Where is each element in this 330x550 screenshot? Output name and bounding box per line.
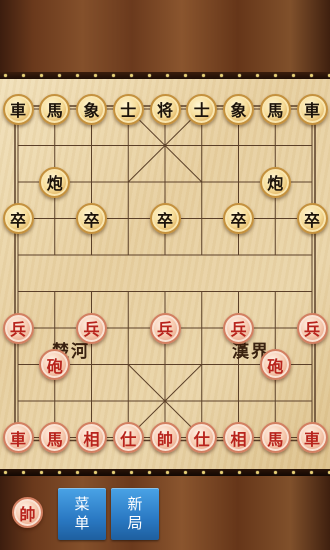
rivet xyxy=(58,471,61,474)
black-piece[interactable]: 馬 xyxy=(39,93,71,125)
black-piece[interactable]: 炮 xyxy=(39,166,71,198)
rivet xyxy=(292,74,295,77)
black-piece[interactable]: 卒 xyxy=(76,203,107,234)
black-piece[interactable]: 卒 xyxy=(223,203,254,234)
black-piece[interactable]: 馬 xyxy=(259,93,291,125)
new-game-button[interactable]: 新 局 xyxy=(111,488,159,540)
black-piece[interactable]: 車 xyxy=(296,93,328,125)
rivet xyxy=(256,471,259,474)
black-piece[interactable]: 炮 xyxy=(259,166,291,198)
rivet xyxy=(148,471,151,474)
rivet xyxy=(76,74,79,77)
rivet-row-bottom xyxy=(0,469,330,476)
rivet-row-top xyxy=(0,72,330,79)
rivet xyxy=(274,74,277,77)
black-piece[interactable]: 士 xyxy=(112,93,144,125)
rivet xyxy=(166,471,169,474)
rivet xyxy=(256,74,259,77)
rivet xyxy=(94,471,97,474)
menu-button-label-1: 菜 xyxy=(74,495,90,513)
rivet xyxy=(310,471,313,474)
rivet xyxy=(202,471,205,474)
red-piece[interactable]: 車 xyxy=(2,422,34,453)
menu-button-label-2: 单 xyxy=(74,514,90,532)
red-piece[interactable]: 兵 xyxy=(296,312,328,344)
rivet xyxy=(130,471,133,474)
black-piece[interactable]: 象 xyxy=(76,93,107,125)
red-piece[interactable]: 馬 xyxy=(259,422,291,453)
board-grid xyxy=(14,105,316,442)
chess-board[interactable]: 楚河 漢界 車馬象士将士象馬車炮炮卒卒卒卒卒兵兵兵兵兵砲砲車馬相仕帥仕相馬車 xyxy=(0,79,330,469)
rivet xyxy=(76,471,79,474)
red-piece[interactable]: 兵 xyxy=(76,312,107,344)
black-piece[interactable]: 将 xyxy=(149,93,181,125)
rivet xyxy=(184,74,187,77)
turn-indicator-piece: 帥 xyxy=(12,497,43,528)
red-piece[interactable]: 仕 xyxy=(112,422,144,453)
new-game-button-label-2: 局 xyxy=(127,514,143,532)
rivet xyxy=(274,471,277,474)
black-piece[interactable]: 卒 xyxy=(2,203,34,234)
menu-button[interactable]: 菜 单 xyxy=(58,488,106,540)
black-piece[interactable]: 車 xyxy=(2,93,34,125)
rivet xyxy=(112,471,115,474)
red-piece[interactable]: 兵 xyxy=(2,312,34,344)
rivet xyxy=(220,471,223,474)
rivet xyxy=(220,74,223,77)
rivet xyxy=(202,74,205,77)
board-frame-bottom xyxy=(0,469,330,476)
rivet xyxy=(112,74,115,77)
red-piece[interactable]: 兵 xyxy=(149,312,181,344)
red-piece[interactable]: 相 xyxy=(76,422,107,453)
rivet xyxy=(40,471,43,474)
new-game-button-label-1: 新 xyxy=(127,495,143,513)
rivet xyxy=(238,471,241,474)
red-piece[interactable]: 砲 xyxy=(259,349,291,380)
rivet xyxy=(184,471,187,474)
red-piece[interactable]: 兵 xyxy=(223,312,254,344)
rivet xyxy=(94,74,97,77)
rivet xyxy=(130,74,133,77)
black-piece[interactable]: 卒 xyxy=(149,203,181,234)
red-piece[interactable]: 帥 xyxy=(149,422,181,453)
rivet xyxy=(292,471,295,474)
rivet xyxy=(22,74,25,77)
rivet xyxy=(148,74,151,77)
red-piece[interactable]: 車 xyxy=(296,422,328,453)
rivet xyxy=(4,74,7,77)
rivet xyxy=(58,74,61,77)
rivet xyxy=(166,74,169,77)
rivet xyxy=(22,471,25,474)
rivet xyxy=(4,471,7,474)
rivet xyxy=(238,74,241,77)
board-frame-top xyxy=(0,72,330,79)
black-piece[interactable]: 士 xyxy=(186,93,218,125)
black-piece[interactable]: 象 xyxy=(223,93,254,125)
black-piece[interactable]: 卒 xyxy=(296,203,328,234)
rivet xyxy=(40,74,43,77)
rivet xyxy=(310,74,313,77)
red-piece[interactable]: 相 xyxy=(223,422,254,453)
